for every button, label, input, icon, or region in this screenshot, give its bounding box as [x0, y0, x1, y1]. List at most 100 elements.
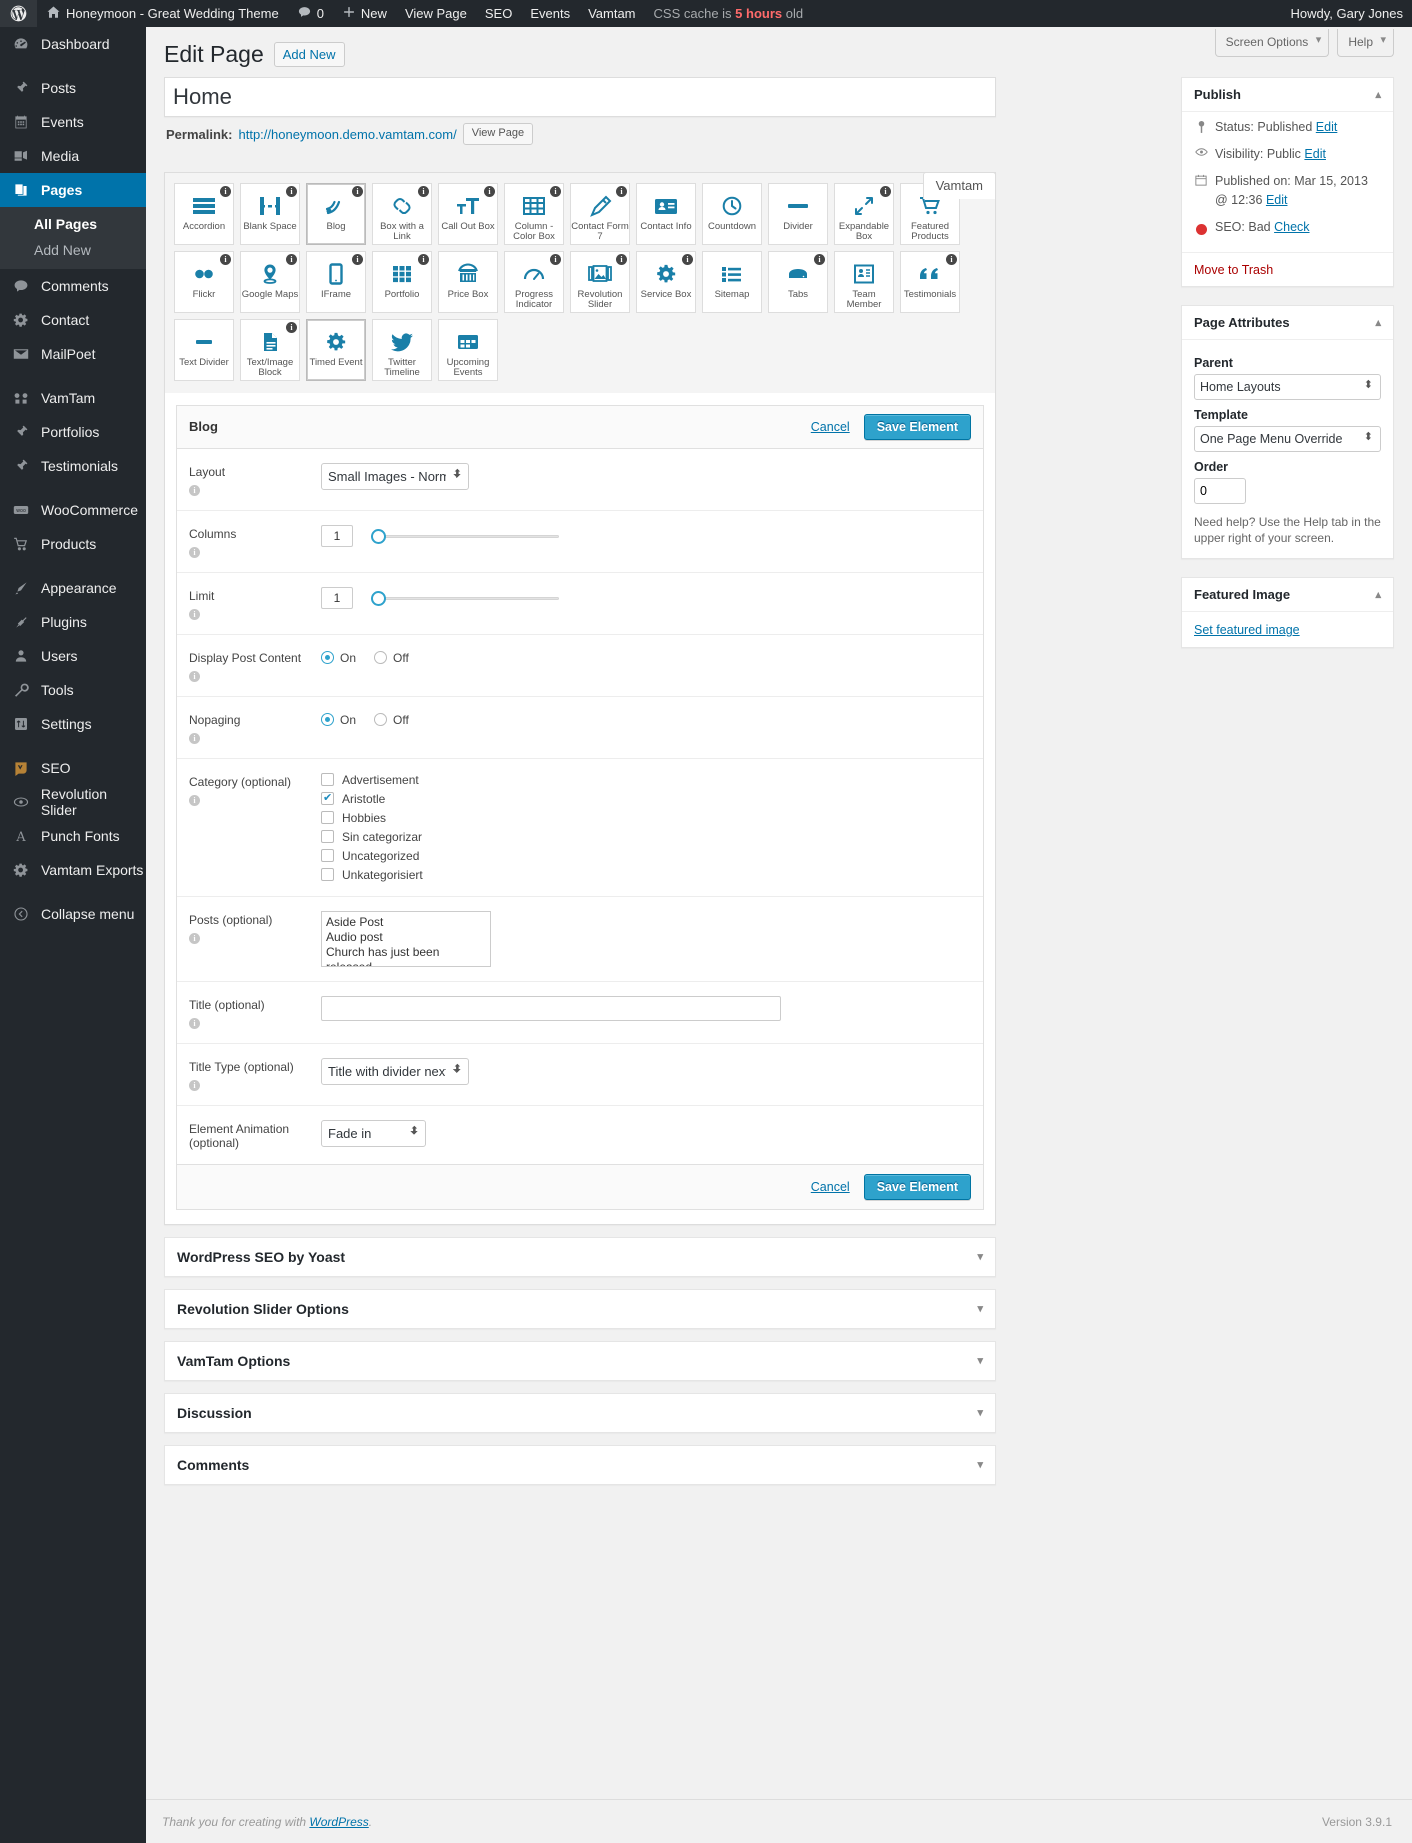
- sidebar-item-woocommerce[interactable]: woo WooCommerce: [0, 493, 146, 527]
- element-timed-event[interactable]: Timed Event: [306, 319, 366, 381]
- info-icon[interactable]: i: [814, 254, 825, 265]
- sidebar-item-appearance[interactable]: Appearance: [0, 571, 146, 605]
- vamtam-menu[interactable]: Vamtam: [579, 0, 644, 27]
- info-icon[interactable]: i: [550, 186, 561, 197]
- info-icon[interactable]: i: [550, 254, 561, 265]
- element-tabs[interactable]: i Tabs: [768, 251, 828, 313]
- sidebar-item-vamtam[interactable]: VamTam: [0, 381, 146, 415]
- element-revolution-slider[interactable]: i Revolution Slider: [570, 251, 630, 313]
- columns-slider[interactable]: [371, 525, 559, 547]
- sidebar-item-plugins[interactable]: Plugins: [0, 605, 146, 639]
- info-icon[interactable]: i: [682, 254, 693, 265]
- element-contact-form-7[interactable]: i Contact Form 7: [570, 183, 630, 245]
- element-call-out-box[interactable]: i Call Out Box: [438, 183, 498, 245]
- radio-dot-on[interactable]: [321, 713, 334, 726]
- element-google-maps[interactable]: i Google Maps: [240, 251, 300, 313]
- info-icon[interactable]: i: [616, 254, 627, 265]
- posts-option[interactable]: Audio post: [326, 930, 486, 945]
- template-select[interactable]: One Page Menu Override: [1194, 426, 1381, 452]
- animation-select[interactable]: Fade in: [321, 1120, 426, 1147]
- sidebar-item-settings[interactable]: Settings: [0, 707, 146, 741]
- element-service-box[interactable]: i Service Box: [636, 251, 696, 313]
- set-featured-image-link[interactable]: Set featured image: [1194, 623, 1300, 637]
- status-edit-link[interactable]: Edit: [1316, 120, 1338, 134]
- element-iframe[interactable]: i IFrame: [306, 251, 366, 313]
- element-portfolio[interactable]: i Portfolio: [372, 251, 432, 313]
- sidebar-item-users[interactable]: Users: [0, 639, 146, 673]
- seo-check-link[interactable]: Check: [1274, 220, 1309, 234]
- new-content-menu[interactable]: New: [333, 0, 396, 27]
- metabox-comments[interactable]: Comments ▾: [164, 1445, 996, 1485]
- info-icon[interactable]: i: [418, 254, 429, 265]
- element-progress-indicator[interactable]: i Progress Indicator: [504, 251, 564, 313]
- category-option[interactable]: Unkategorisiert: [321, 868, 971, 882]
- info-icon[interactable]: i: [352, 186, 363, 197]
- order-input[interactable]: [1194, 478, 1246, 504]
- element-contact-info[interactable]: Contact Info: [636, 183, 696, 245]
- element-expandable-box[interactable]: i Expandable Box: [834, 183, 894, 245]
- wordpress-link[interactable]: WordPress: [309, 1815, 368, 1829]
- element-twitter-timeline[interactable]: Twitter Timeline: [372, 319, 432, 381]
- sidebar-item-testimonials[interactable]: Testimonials: [0, 449, 146, 483]
- view-page-link[interactable]: View Page: [396, 0, 476, 27]
- radio-on[interactable]: On: [321, 713, 356, 727]
- chevron-down-icon[interactable]: ▾: [977, 1250, 983, 1263]
- info-icon[interactable]: i: [286, 186, 297, 197]
- category-option[interactable]: Hobbies: [321, 811, 971, 825]
- metabox-discussion[interactable]: Discussion ▾: [164, 1393, 996, 1433]
- info-icon[interactable]: i: [220, 254, 231, 265]
- element-box-with-a-link[interactable]: i Box with a Link: [372, 183, 432, 245]
- site-name-menu[interactable]: Honeymoon - Great Wedding Theme: [37, 0, 288, 27]
- element-text-image-block[interactable]: i Text/Image Block: [240, 319, 300, 381]
- help-icon[interactable]: i: [189, 609, 200, 620]
- screen-options-toggle[interactable]: Screen Options: [1215, 29, 1330, 57]
- add-new-button[interactable]: Add New: [274, 42, 345, 67]
- help-icon[interactable]: i: [189, 671, 200, 682]
- view-page-button[interactable]: View Page: [463, 123, 533, 145]
- category-option[interactable]: Aristotle: [321, 792, 971, 806]
- element-testimonials[interactable]: i Testimonials: [900, 251, 960, 313]
- checkbox[interactable]: [321, 792, 334, 805]
- sidebar-item-products[interactable]: Products: [0, 527, 146, 561]
- element-flickr[interactable]: i Flickr: [174, 251, 234, 313]
- element-blank-space[interactable]: i Blank Space: [240, 183, 300, 245]
- checkbox[interactable]: [321, 849, 334, 862]
- save-element-button-bottom[interactable]: Save Element: [864, 1174, 971, 1200]
- sidebar-item-revolution-slider[interactable]: Revolution Slider: [0, 785, 146, 819]
- layout-select[interactable]: Small Images - Normal: [321, 463, 469, 490]
- checkbox[interactable]: [321, 811, 334, 824]
- radio-dot-on[interactable]: [321, 651, 334, 664]
- chevron-down-icon[interactable]: ▾: [977, 1458, 983, 1471]
- checkbox[interactable]: [321, 868, 334, 881]
- sidebar-item-contact[interactable]: Contact: [0, 303, 146, 337]
- chevron-down-icon[interactable]: ▾: [977, 1302, 983, 1315]
- sidebar-item-portfolios[interactable]: Portfolios: [0, 415, 146, 449]
- help-icon[interactable]: i: [189, 485, 200, 496]
- sidebar-item-seo[interactable]: SEO: [0, 751, 146, 785]
- element-column-color-box[interactable]: i Column - Color Box: [504, 183, 564, 245]
- sidebar-item-events[interactable]: Events: [0, 105, 146, 139]
- sidebar-item-dashboard[interactable]: Dashboard: [0, 27, 146, 61]
- published-edit-link[interactable]: Edit: [1266, 193, 1288, 207]
- info-icon[interactable]: i: [286, 322, 297, 333]
- cancel-link-bottom[interactable]: Cancel: [811, 1180, 850, 1194]
- sidebar-item-punch-fonts[interactable]: A Punch Fonts: [0, 819, 146, 853]
- element-divider[interactable]: Divider: [768, 183, 828, 245]
- info-icon[interactable]: i: [484, 186, 495, 197]
- slider-handle[interactable]: [371, 591, 386, 606]
- sidebar-item-tools[interactable]: Tools: [0, 673, 146, 707]
- element-text-divider[interactable]: Text Divider: [174, 319, 234, 381]
- columns-input[interactable]: [321, 525, 353, 547]
- category-option[interactable]: Advertisement: [321, 773, 971, 787]
- element-blog[interactable]: i Blog: [306, 183, 366, 245]
- category-option[interactable]: Uncategorized: [321, 849, 971, 863]
- sidebar-item-comments[interactable]: Comments: [0, 269, 146, 303]
- save-element-button-top[interactable]: Save Element: [864, 414, 971, 440]
- element-team-member[interactable]: Team Member: [834, 251, 894, 313]
- radio-dot-off[interactable]: [374, 651, 387, 664]
- sidebar-item-pages[interactable]: Pages: [0, 173, 146, 207]
- info-icon[interactable]: i: [880, 186, 891, 197]
- info-icon[interactable]: i: [946, 254, 957, 265]
- element-countdown[interactable]: Countdown: [702, 183, 762, 245]
- posts-option[interactable]: Aside Post: [326, 915, 486, 930]
